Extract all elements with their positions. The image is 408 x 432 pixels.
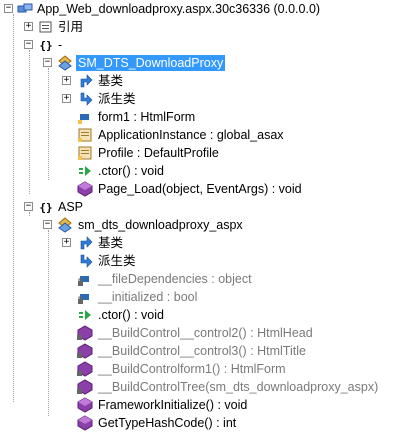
tree-row-field-filedependencies[interactable]: __fileDependencies : object (0, 270, 408, 288)
assembly-label: App_Web_downloadproxy.aspx.30c36336 (0.0… (37, 2, 321, 16)
member-label: Profile : DefaultProfile (98, 146, 219, 160)
tree-row-namespace-asp[interactable]: − {} ASP (0, 198, 408, 216)
expand-toggle[interactable]: + (24, 22, 33, 31)
member-label: Page_Load(object, EventArgs) : void (98, 182, 302, 196)
namespace-icon: {} (39, 38, 53, 52)
base-types-icon (77, 235, 93, 251)
tree-row-constructor[interactable]: .ctor() : void (0, 162, 408, 180)
method-icon (77, 181, 93, 197)
class-icon (57, 217, 73, 233)
tree-row-field-form1[interactable]: form1 : HtmlForm (0, 108, 408, 126)
tree-row-method-gettypehashcode[interactable]: GetTypeHashCode() : int (0, 414, 408, 432)
tree-row-base-types[interactable]: + 基类 (0, 234, 408, 252)
tree-row-method-page-load[interactable]: Page_Load(object, EventArgs) : void (0, 180, 408, 198)
constructor-icon (77, 163, 93, 179)
class-label: sm_dts_downloadproxy_aspx (78, 218, 243, 232)
tree-row-method-frameworkinitialize[interactable]: FrameworkInitialize() : void (0, 396, 408, 414)
derived-types-label: 派生类 (98, 254, 136, 268)
tree-row-namespace-default[interactable]: − {} - (0, 36, 408, 54)
member-label: .ctor() : void (98, 164, 164, 178)
member-label: __BuildControl__control2() : HtmlHead (98, 326, 313, 340)
base-types-icon (77, 73, 93, 89)
tree-row-base-types[interactable]: + 基类 (0, 72, 408, 90)
tree-row-property-applicationinstance[interactable]: ApplicationInstance : global_asax (0, 126, 408, 144)
property-icon (77, 127, 93, 143)
method-icon (77, 415, 93, 431)
class-label-selected[interactable]: SM_DTS_DownloadProxy (74, 54, 227, 72)
tree-row-method-buildcontrol2[interactable]: __BuildControl__control2() : HtmlHead (0, 324, 408, 342)
member-label: __initialized : bool (98, 290, 198, 304)
assembly-icon (17, 1, 33, 17)
property-icon (77, 145, 93, 161)
member-label: __BuildControl__control3() : HtmlTitle (98, 344, 306, 358)
collapse-toggle[interactable]: − (43, 220, 52, 229)
collapse-toggle[interactable]: − (43, 58, 52, 67)
private-field-icon (77, 289, 93, 305)
derived-types-icon (77, 253, 93, 269)
tree-row-class-sm-dts-downloadproxy[interactable]: − SM_DTS_DownloadProxy (0, 54, 408, 72)
tree-row-property-profile[interactable]: Profile : DefaultProfile (0, 144, 408, 162)
member-label: GetTypeHashCode() : int (98, 416, 237, 430)
tree-row-method-buildcontrol3[interactable]: __BuildControl__control3() : HtmlTitle (0, 342, 408, 360)
expand-toggle[interactable]: + (62, 94, 71, 103)
base-types-label: 基类 (98, 74, 124, 88)
tree-row-assembly[interactable]: − App_Web_downloadproxy.aspx.30c36336 (0… (0, 0, 408, 18)
field-icon (77, 109, 93, 125)
tree-row-method-buildcontroltree[interactable]: __BuildControlTree(sm_dts_downloadproxy_… (0, 378, 408, 396)
member-label: .ctor() : void (98, 308, 164, 322)
member-label: __BuildControlTree(sm_dts_downloadproxy_… (98, 380, 379, 394)
collapse-toggle[interactable]: − (4, 4, 13, 13)
member-label: __BuildControlform1() : HtmlForm (98, 362, 286, 376)
tree-row-derived-types[interactable]: 派生类 (0, 252, 408, 270)
tree-row-class-sm-dts-downloadproxy-aspx[interactable]: − sm_dts_downloadproxy_aspx (0, 216, 408, 234)
tree-row-references[interactable]: + 引用 (0, 18, 408, 36)
derived-types-label: 派生类 (98, 92, 136, 106)
member-label: ApplicationInstance : global_asax (98, 128, 284, 142)
derived-types-icon (77, 91, 93, 107)
private-method-icon (77, 325, 93, 341)
references-folder-icon (38, 19, 54, 35)
tree-row-method-buildcontrolform1[interactable]: __BuildControlform1() : HtmlForm (0, 360, 408, 378)
assembly-browser-tree[interactable]: − App_Web_downloadproxy.aspx.30c36336 (0… (0, 0, 408, 431)
namespace-label: - (58, 38, 63, 52)
tree-row-field-initialized[interactable]: __initialized : bool (0, 288, 408, 306)
member-label: form1 : HtmlForm (98, 110, 196, 124)
references-label: 引用 (58, 20, 84, 34)
collapse-toggle[interactable]: − (24, 40, 33, 49)
private-method-icon (77, 379, 93, 395)
expand-toggle[interactable]: + (62, 76, 71, 85)
member-label: FrameworkInitialize() : void (98, 398, 248, 412)
expand-toggle[interactable]: + (62, 238, 71, 247)
private-field-icon (77, 271, 93, 287)
member-label: __fileDependencies : object (98, 272, 252, 286)
tree-row-derived-types[interactable]: + 派生类 (0, 90, 408, 108)
constructor-icon (77, 307, 93, 323)
namespace-icon: {} (39, 200, 53, 214)
private-method-icon (77, 343, 93, 359)
namespace-label: ASP (58, 200, 84, 214)
tree-row-constructor[interactable]: .ctor() : void (0, 306, 408, 324)
private-method-icon (77, 361, 93, 377)
method-icon (77, 397, 93, 413)
collapse-toggle[interactable]: − (24, 202, 33, 211)
base-types-label: 基类 (98, 236, 124, 250)
class-icon (57, 55, 73, 71)
